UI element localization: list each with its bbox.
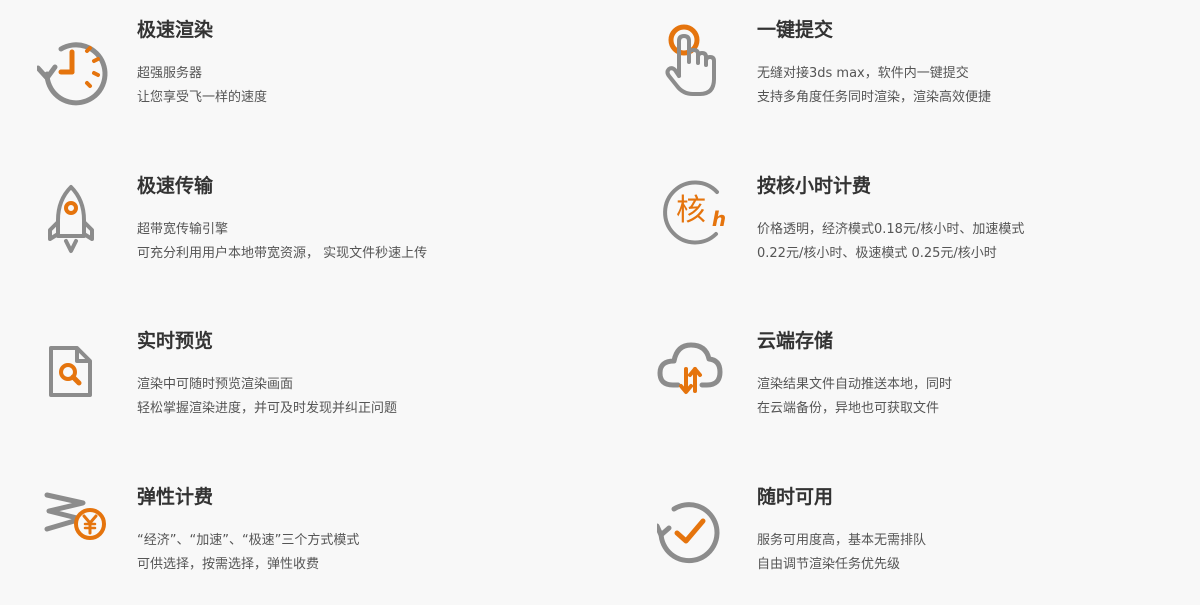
description-line: “经济”、“加速”、“极速”三个方式模式 — [137, 533, 360, 548]
feature-description: 价格透明，经济模式0.18元/核小时、加速模式 0.22元/核小时、极速模式 0… — [757, 218, 1024, 266]
stopwatch-refresh-icon — [37, 30, 117, 110]
hand-tap-icon — [657, 24, 737, 104]
description-line: 价格透明，经济模式0.18元/核小时、加速模式 — [757, 222, 1025, 237]
core-hour-icon-char: 核 — [676, 193, 706, 228]
description-line: 支持多角度任务同时渲染，渲染高效便捷 — [757, 90, 992, 105]
feature-description: 服务可用度高，基本无需排队 自由调节渲染任务优先级 — [757, 529, 926, 577]
feature-preview: 实时预览 渲染中可随时预览渲染画面 轻松掌握渲染进度，并可及时发现并纠正问题 — [37, 329, 597, 449]
feature-fast-render: 极速渲染 超强服务器 让您享受飞一样的速度 — [37, 18, 597, 138]
feature-one-click: 一键提交 无缝对接3ds max，软件内一键提交 支持多角度任务同时渲染，渲染高… — [657, 18, 1200, 138]
cloud-sync-icon — [657, 339, 737, 419]
feature-title: 云端存储 — [757, 330, 834, 352]
description-line: 自由调节渲染任务优先级 — [757, 557, 901, 572]
feature-description: 无缝对接3ds max，软件内一键提交 支持多角度任务同时渲染，渲染高效便捷 — [757, 62, 991, 110]
feature-description: 渲染中可随时预览渲染画面 轻松掌握渲染进度，并可及时发现并纠正问题 — [137, 373, 397, 421]
description-line: 轻松掌握渲染进度，并可及时发现并纠正问题 — [137, 401, 398, 416]
feature-title: 极速传输 — [137, 175, 214, 197]
feature-flexible-billing: 弹性计费 “经济”、“加速”、“极速”三个方式模式 可供选择，按需选择，弹性收费 — [37, 485, 597, 605]
description-line: 无缝对接3ds max，软件内一键提交 — [757, 66, 969, 81]
feature-description: “经济”、“加速”、“极速”三个方式模式 可供选择，按需选择，弹性收费 — [137, 529, 359, 577]
feature-title: 实时预览 — [137, 330, 214, 352]
feature-description: 超带宽传输引擎 可充分利用用户本地带宽资源， 实现文件秒速上传 — [137, 218, 427, 266]
core-hour-icon-sub: h — [712, 207, 726, 231]
feature-cloud-storage: 云端存储 渲染结果文件自动推送本地，同时 在云端备份，异地也可获取文件 — [657, 329, 1200, 449]
description-line: 0.22元/核小时、极速模式 0.25元/核小时 — [757, 246, 997, 261]
feature-core-hour: 核 h 按核小时计费 价格透明，经济模式0.18元/核小时、加速模式 0.22元… — [657, 174, 1200, 294]
feature-title: 一键提交 — [757, 19, 834, 41]
feature-description: 超强服务器 让您享受飞一样的速度 — [137, 62, 267, 110]
feature-title: 按核小时计费 — [757, 175, 872, 197]
rocket-icon — [37, 184, 117, 264]
core-hour-icon: 核 h — [657, 176, 737, 256]
feature-fast-transfer: 极速传输 超带宽传输引擎 可充分利用用户本地带宽资源， 实现文件秒速上传 — [37, 174, 597, 294]
description-line: 可供选择，按需选择，弹性收费 — [137, 557, 320, 572]
document-search-icon — [37, 345, 117, 425]
description-line: 超强服务器 — [137, 66, 203, 81]
description-line: 渲染结果文件自动推送本地，同时 — [757, 377, 953, 392]
feature-title: 极速渲染 — [137, 19, 214, 41]
description-line: 服务可用度高，基本无需排队 — [757, 533, 927, 548]
feature-title: 弹性计费 — [137, 486, 214, 508]
refresh-check-icon — [657, 499, 737, 579]
feature-description: 渲染结果文件自动推送本地，同时 在云端备份，异地也可获取文件 — [757, 373, 952, 421]
yen-coin-icon — [37, 489, 117, 569]
description-line: 可充分利用用户本地带宽资源， 实现文件秒速上传 — [137, 246, 428, 261]
description-line: 在云端备份，异地也可获取文件 — [757, 401, 940, 416]
feature-title: 随时可用 — [757, 486, 834, 508]
feature-anytime: 随时可用 服务可用度高，基本无需排队 自由调节渲染任务优先级 — [657, 485, 1200, 605]
description-line: 渲染中可随时预览渲染画面 — [137, 377, 294, 392]
description-line: 让您享受飞一样的速度 — [137, 90, 268, 105]
description-line: 超带宽传输引擎 — [137, 222, 229, 237]
